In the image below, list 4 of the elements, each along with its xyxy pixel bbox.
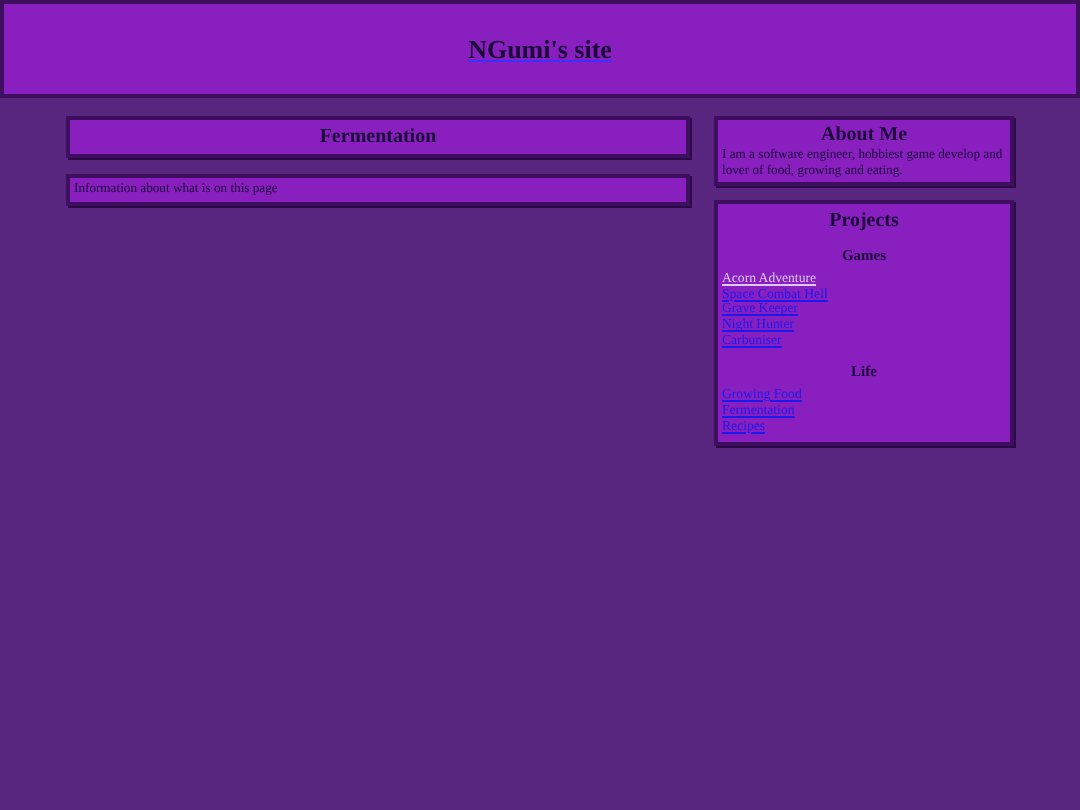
projects-heading: Projects xyxy=(827,207,901,234)
page-title: Fermentation xyxy=(317,124,439,150)
site-title-link[interactable]: NGumi's site xyxy=(468,33,612,65)
about-heading: About Me xyxy=(818,122,910,148)
